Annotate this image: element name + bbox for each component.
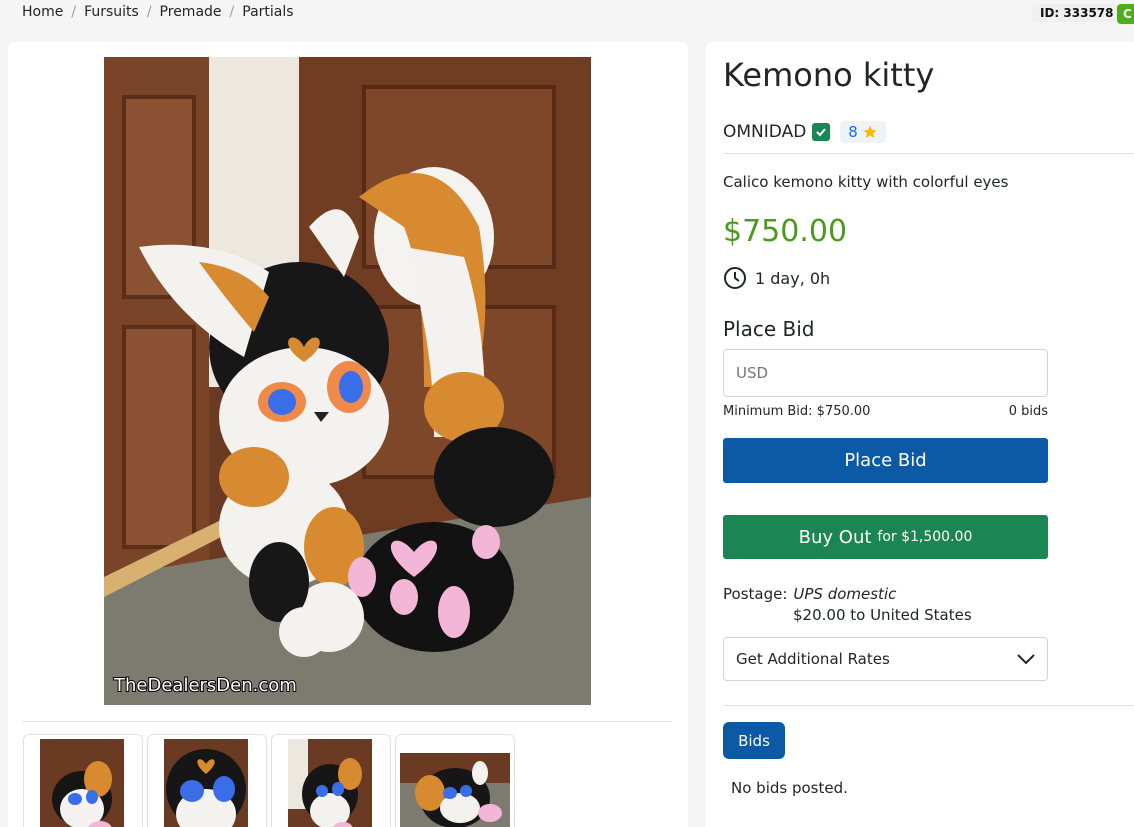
tab-bids[interactable]: Bids bbox=[723, 722, 785, 759]
watermark-text: TheDealersDen.com bbox=[113, 675, 297, 696]
place-bid-button[interactable]: Place Bid bbox=[723, 438, 1048, 483]
breadcrumb-fursuits[interactable]: Fursuits bbox=[84, 4, 139, 20]
verified-check-icon bbox=[812, 123, 831, 141]
postage-cost: $20.00 to United States bbox=[793, 606, 972, 624]
breadcrumb-separator: / bbox=[229, 4, 235, 20]
breadcrumb-separator: / bbox=[146, 4, 152, 20]
divider bbox=[723, 705, 1134, 706]
product-title: Kemono kitty bbox=[723, 56, 935, 94]
top-bar: Home / Fursuits / Premade / Partials ID:… bbox=[0, 0, 1134, 26]
time-remaining: 1 day, 0h bbox=[723, 266, 830, 290]
buy-out-button[interactable]: Buy Out for $1,500.00 bbox=[723, 515, 1048, 559]
breadcrumb-home[interactable]: Home bbox=[22, 4, 63, 20]
place-bid-heading: Place Bid bbox=[723, 317, 815, 341]
divider bbox=[723, 153, 1134, 154]
breadcrumb: Home / Fursuits / Premade / Partials bbox=[22, 4, 294, 20]
details-panel bbox=[706, 42, 1134, 827]
additional-rates-dropdown[interactable]: Get Additional Rates bbox=[723, 637, 1048, 681]
seller-rating[interactable]: 8 bbox=[840, 121, 886, 143]
main-product-image[interactable]: TheDealersDen.com bbox=[104, 57, 591, 705]
minimum-bid-text: Minimum Bid: $750.00 bbox=[723, 404, 871, 419]
listing-id-badge: ID: 333578 bbox=[1032, 4, 1122, 22]
postage-info: Postage: UPS domestic bbox=[723, 585, 896, 603]
thumbnail-2[interactable] bbox=[147, 734, 267, 827]
buy-out-price: for $1,500.00 bbox=[877, 529, 973, 545]
thumbnail-1[interactable] bbox=[23, 734, 143, 827]
postage-label: Postage: bbox=[723, 585, 788, 603]
bid-count: 0 bids bbox=[1008, 404, 1048, 419]
gallery-divider bbox=[22, 721, 672, 722]
chevron-down-icon bbox=[1017, 654, 1035, 665]
current-price: $750.00 bbox=[723, 214, 848, 249]
product-description: Calico kemono kitty with colorful eyes bbox=[723, 173, 1009, 191]
rating-value: 8 bbox=[848, 123, 858, 141]
thumbnail-4[interactable] bbox=[395, 734, 515, 827]
status-badge: C bbox=[1117, 4, 1134, 24]
time-remaining-text: 1 day, 0h bbox=[755, 268, 831, 288]
breadcrumb-separator: / bbox=[71, 4, 77, 20]
breadcrumb-partials[interactable]: Partials bbox=[242, 4, 293, 20]
postage-service: UPS domestic bbox=[793, 585, 897, 603]
no-bids-message: No bids posted. bbox=[731, 779, 848, 797]
thumbnail-3[interactable] bbox=[271, 734, 391, 827]
buy-out-label: Buy Out bbox=[798, 526, 872, 548]
seller-name[interactable]: OMNIDAD bbox=[723, 122, 806, 142]
bid-amount-input[interactable] bbox=[723, 349, 1048, 397]
breadcrumb-premade[interactable]: Premade bbox=[160, 4, 222, 20]
seller-info: OMNIDAD 8 bbox=[723, 121, 886, 143]
star-icon bbox=[863, 125, 877, 138]
additional-rates-label: Get Additional Rates bbox=[736, 650, 890, 668]
clock-icon bbox=[724, 267, 746, 289]
